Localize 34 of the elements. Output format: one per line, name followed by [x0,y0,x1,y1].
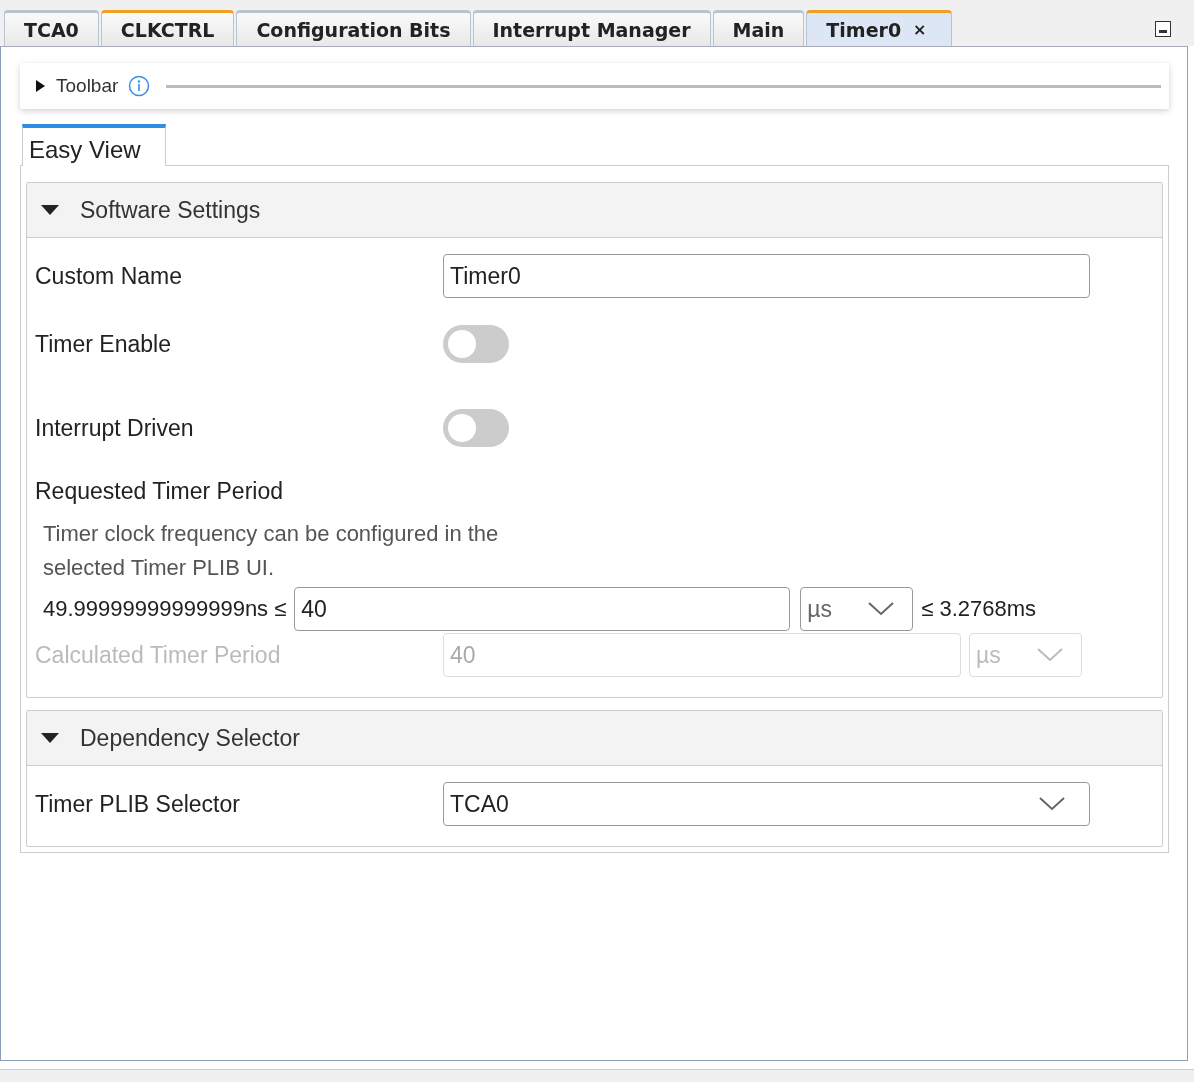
field-label: Calculated Timer Period [35,641,282,669]
collapse-arrow-icon[interactable] [40,731,60,745]
max-bound-label: ≤ 3.2768ms [921,596,1037,622]
section-header[interactable]: Dependency Selector [27,711,1162,766]
field-label: Interrupt Driven [35,414,195,442]
expand-arrow-icon[interactable] [34,79,46,93]
collapse-arrow-icon[interactable] [40,203,60,217]
field-label: Custom Name [35,262,183,290]
editor-tab[interactable]: Timer0 × [806,10,952,46]
unit-dropdown[interactable]: µs [800,587,914,631]
close-icon[interactable]: × [913,20,927,39]
chevron-down-icon [868,602,895,616]
editor-tab[interactable]: Main [712,10,805,46]
editor-tab[interactable]: Interrupt Manager [472,10,711,46]
section-header[interactable]: Software Settings [27,183,1162,238]
text-field[interactable]: Timer0 [443,254,1090,298]
editor-tab[interactable]: CLKCTRL [100,10,235,46]
toolbar-label[interactable]: Toolbar [56,75,119,97]
view-tab[interactable]: Easy View [22,124,166,166]
toggle-switch[interactable] [443,409,509,447]
editor-tab[interactable]: Configuration Bits [236,10,471,46]
field-label: Timer Enable [35,330,172,358]
field-label: Requested Timer Period [35,478,284,505]
toggle-switch[interactable] [443,325,509,363]
info-icon[interactable] [128,75,151,97]
field-label: Timer PLIB Selector [35,790,241,818]
plib-dropdown[interactable]: TCA0 [443,782,1090,826]
min-bound-label: 49.99999999999999ns ≤ [43,596,287,622]
editor-tab[interactable]: TCA0 [4,10,99,46]
help-text: Timer clock frequency can be configured in the selected Timer PLIB UI. [43,520,500,582]
minimize-icon[interactable] [1154,20,1172,38]
period-field[interactable]: 40 [294,587,791,631]
chevron-down-icon [1039,797,1065,811]
chevron-down-icon [1037,648,1063,662]
